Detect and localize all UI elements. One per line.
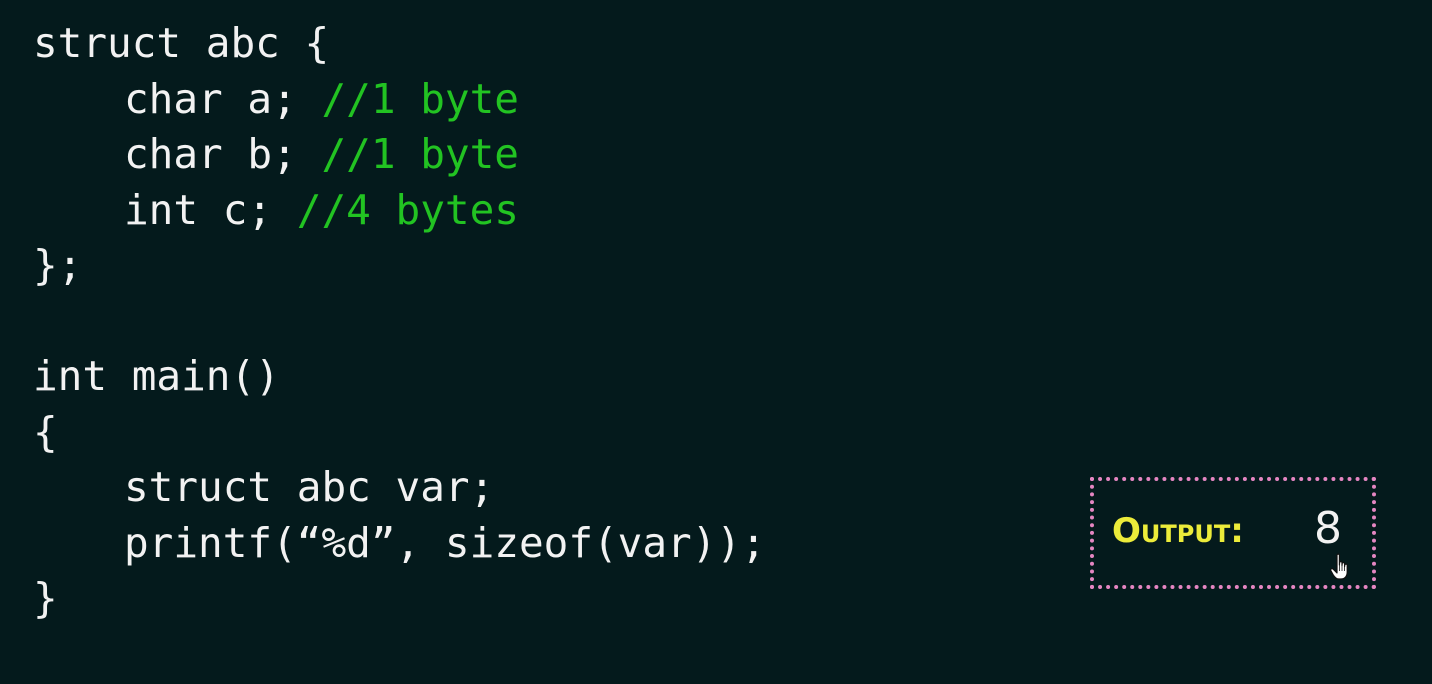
code-text: struct abc { bbox=[33, 19, 330, 67]
code-text: struct abc var; bbox=[124, 463, 495, 511]
code-line: }; bbox=[33, 238, 766, 294]
code-block: struct abc { char a; //1 byte char b; //… bbox=[33, 16, 766, 627]
code-comment: //1 byte bbox=[321, 130, 519, 178]
code-text: }; bbox=[33, 241, 83, 289]
code-line: struct abc var; bbox=[33, 460, 766, 516]
code-line: int c; //4 bytes bbox=[33, 183, 766, 239]
code-line: char b; //1 byte bbox=[33, 127, 766, 183]
code-line: } bbox=[33, 571, 766, 627]
code-line: { bbox=[33, 405, 766, 461]
code-text: int c; bbox=[124, 185, 297, 234]
code-text: char a; bbox=[124, 74, 322, 123]
code-text: } bbox=[33, 574, 58, 622]
code-text: char b; bbox=[124, 130, 322, 178]
output-label: Output: bbox=[1112, 511, 1244, 551]
output-value: 8 bbox=[1314, 503, 1342, 554]
code-comment: //1 byte bbox=[321, 74, 519, 123]
code-line: int main() bbox=[33, 349, 766, 405]
code-text: { bbox=[33, 407, 58, 456]
output-box: Output: 8 bbox=[1090, 477, 1376, 589]
code-line: struct abc { bbox=[33, 16, 766, 72]
code-comment: //4 bytes bbox=[296, 185, 519, 234]
code-text: printf(“%d”, sizeof(var)); bbox=[124, 518, 766, 567]
code-line: char a; //1 byte bbox=[33, 72, 766, 128]
code-text: int main() bbox=[33, 352, 280, 400]
hand-pointer-icon bbox=[1330, 553, 1348, 580]
code-line: printf(“%d”, sizeof(var)); bbox=[33, 516, 766, 572]
